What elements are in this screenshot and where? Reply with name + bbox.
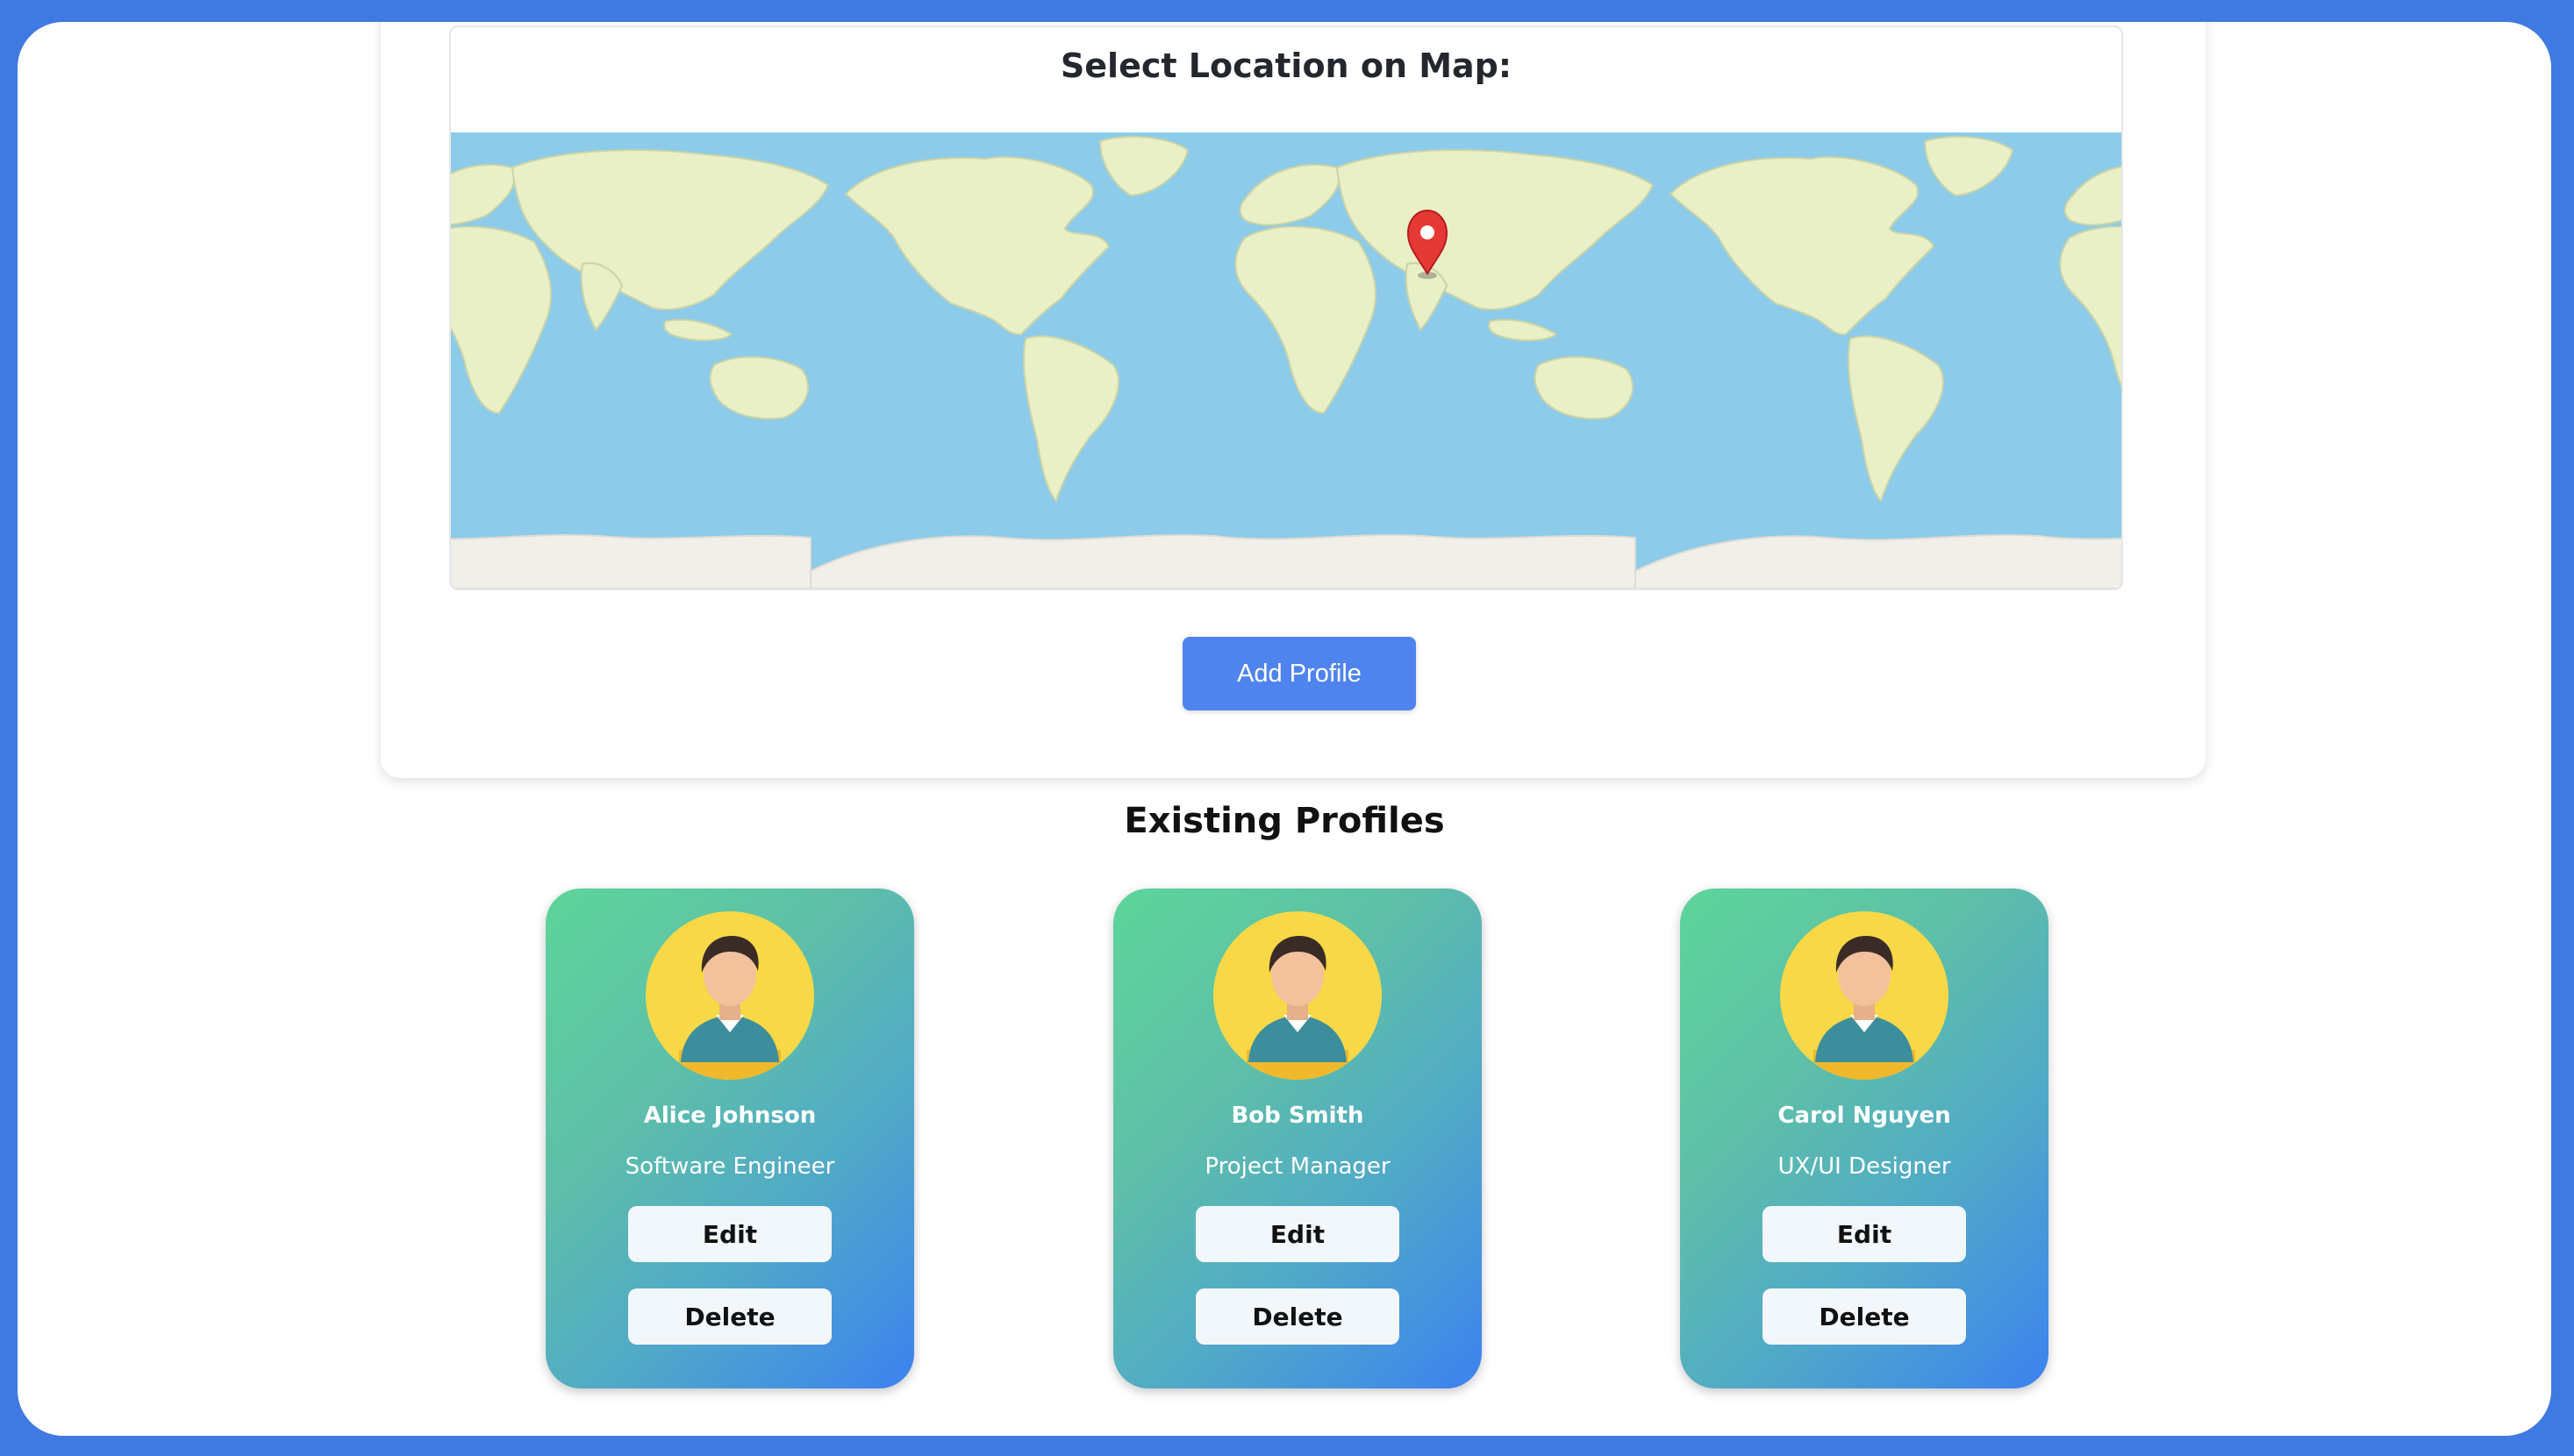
edit-profile-button[interactable]: Edit: [1762, 1206, 1966, 1262]
map-title: Select Location on Map:: [1060, 46, 1512, 85]
profile-card: Alice Johnson Software Engineer Edit Del…: [546, 889, 914, 1388]
profile-role: Project Manager: [1205, 1153, 1391, 1180]
profile-role: Software Engineer: [625, 1153, 835, 1180]
avatar: [646, 911, 814, 1080]
profile-name: Bob Smith: [1231, 1103, 1364, 1129]
delete-profile-button[interactable]: Delete: [1196, 1288, 1399, 1345]
world-map-tiles[interactable]: [451, 132, 2121, 589]
edit-profile-button[interactable]: Edit: [628, 1206, 832, 1262]
avatar: [1780, 911, 1948, 1080]
existing-profiles-title: Existing Profiles: [1124, 801, 1445, 841]
user-avatar-icon: [1247, 936, 1348, 1080]
user-avatar-icon: [1813, 936, 1915, 1080]
user-avatar-icon: [679, 936, 781, 1080]
avatar: [1213, 911, 1382, 1080]
delete-profile-button[interactable]: Delete: [1762, 1288, 1966, 1345]
delete-profile-button[interactable]: Delete: [628, 1288, 832, 1345]
profile-card: Bob Smith Project Manager Edit Delete: [1113, 889, 1482, 1388]
profile-form-card: Select Location on Map: Add Profile: [381, 22, 2206, 778]
profile-name: Alice Johnson: [643, 1103, 817, 1129]
profile-name: Carol Nguyen: [1777, 1103, 1951, 1129]
app-window: Select Location on Map: Add Profile Exis…: [18, 22, 2551, 1436]
edit-profile-button[interactable]: Edit: [1196, 1206, 1399, 1262]
add-profile-button[interactable]: Add Profile: [1183, 637, 1416, 710]
profile-card: Carol Nguyen UX/UI Designer Edit Delete: [1680, 889, 2048, 1388]
map-panel: Select Location on Map:: [449, 25, 2123, 590]
profile-role: UX/UI Designer: [1777, 1153, 1951, 1180]
world-map[interactable]: [451, 132, 2121, 589]
